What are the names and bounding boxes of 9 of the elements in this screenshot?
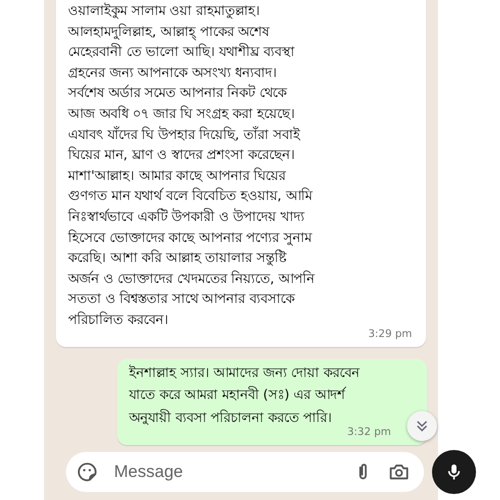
message-input[interactable]: Message <box>112 461 338 483</box>
message-time: 3:29 pm <box>367 328 413 340</box>
message-text: ইনশাল্লাহ স্যার। আমাদের জন্য দোয়া করবেন যাতে করে আমরা মহানবী (সঃ) এর আদর্শ অনুযায়ী ব্যবসা পরিচালনা করতে পারি। <box>129 364 361 427</box>
message-time: 3:32 pm <box>346 426 392 439</box>
scroll-down-button[interactable] <box>407 411 437 441</box>
microphone-button[interactable] <box>432 450 476 494</box>
sticker-icon[interactable] <box>76 461 98 483</box>
message-field[interactable]: Message <box>66 452 424 492</box>
message-text: ওয়ালাইকুম সালাম ওয়া রাহমাতুল্লাহ। আলহামদুলিল্লাহ, আল্লাহ্ পাকের অশেষ মেহেরবানী তে ভালো আছি। যথাশীঘ্র ব্যবস্থা গ্রহনের জন্য আপনাকে অসংখ্য ধন্যবাদ। সর্বশেষ অর্ডার সমেত আপনার নিকট থেকে আজ অবধি ০৭ জার ঘি সংগ্রহ করা হয়েছে। এযাবৎ যাঁদের ঘি উপহার দিয়েছি, তাঁরা সবাই ঘিয়ের মান, ঘ্রাণ ও স্বাদের প্রশংসা করেছেন। মাশা'আল্লাহ। আমার কাছে আপনার ঘিয়ের গুণগত মান যথার্থ বলে বিবেচিত হওয়ায়, আমি নিঃস্বার্থভাবে একটি উপকারী ও উপাদেয় খাদ্য হিসেবে ভোক্তাদের কাছে আপনার পণ্যের সুনাম করেছি। আশা করি আল্লাহ তায়ালার সন্তুষ্টি অর্জন ও ভোক্তাদের খেদমতের নিয়্যতে, আপনি সততা ও বিশ্বস্ততার সাথে আপনার ব্যবসাকে পরিচালিত করবেন। <box>68 2 316 330</box>
